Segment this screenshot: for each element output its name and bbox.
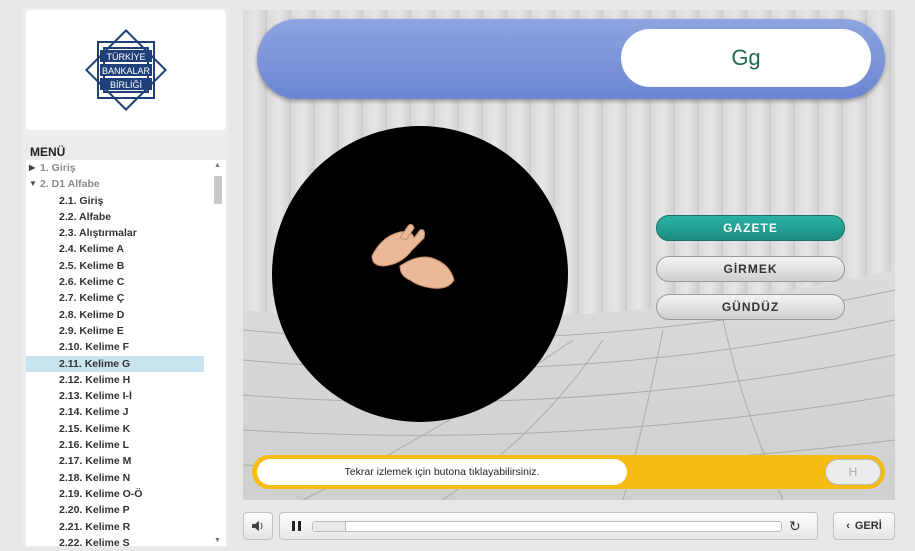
menu-item[interactable]: 2.15. Kelime K [26,421,226,437]
menu-item[interactable]: 2.13. Kelime I-İ [26,388,226,404]
caret-down-icon: ▼ [29,179,37,189]
menu-item[interactable]: 2.11. Kelime G [26,355,204,372]
pause-button[interactable] [290,519,304,533]
caret-right-icon: ▶ [29,163,36,172]
scroll-down-icon[interactable]: ▼ [214,537,221,544]
logo: TÜRKİYE BANKALAR BİRLİĞİ [26,10,226,130]
progress-bar[interactable] [312,521,782,532]
volume-button[interactable] [243,512,273,540]
menu-section-label: 2. D1 Alfabe [40,178,100,191]
menu-item[interactable]: 2.5. Kelime B [26,258,226,274]
chevron-left-icon: ‹ [846,520,850,532]
menu-item[interactable]: 2.9. Kelime E [26,323,226,339]
replay-icon[interactable]: ↻ [789,518,805,534]
menu-item[interactable]: 2.19. Kelime O-Ö [26,486,226,502]
player-controls: ↻ [279,512,818,540]
menu-item[interactable]: 2.22. Kelime S [26,535,226,546]
back-button[interactable]: ‹ GERİ [833,512,895,540]
menu-item[interactable]: 2.21. Kelime R [26,519,226,535]
current-letter: Gg [621,29,871,87]
signing-hands-icon [371,223,455,289]
option-gunduz-button[interactable]: GÜNDÜZ [656,294,845,320]
scroll-up-icon[interactable]: ▲ [214,162,221,169]
menu-item[interactable]: 2.14. Kelime J [26,404,226,420]
menu-item[interactable]: 2.2. Alfabe [26,209,226,225]
hint-bar: Tekrar izlemek için butona tıklayabilirs… [252,455,885,489]
lesson-stage: Gg GAZETE GİRMEK GÜNDÜZ Tekrar izlemek i… [243,10,895,500]
menu-item[interactable]: 2.3. Alıştırmalar [26,225,226,241]
menu-item[interactable]: 2.8. Kelime D [26,307,226,323]
menu-title: MENÜ [30,145,66,159]
menu-item[interactable]: 2.18. Kelime N [26,470,226,486]
hint-button[interactable]: H [825,459,881,485]
progress-fill [313,522,346,531]
speaker-icon [252,521,263,531]
menu-item[interactable]: 2.4. Kelime A [26,241,226,257]
menu-item[interactable]: 2.1. Giriş [26,193,226,209]
tbb-logo-icon: TÜRKİYE BANKALAR BİRLİĞİ [84,28,168,112]
menu-list: ▶ 1. Giriş ▼ 2. D1 Alfabe 2.1. Giriş 2.2.… [26,160,226,546]
svg-text:BİRLİĞİ: BİRLİĞİ [110,80,142,90]
menu-items: 2.1. Giriş 2.2. Alfabe 2.3. Alıştırmalar 2.… [26,193,226,546]
menu-scrollbar[interactable]: ▲ ▼ [212,162,224,544]
left-panel: TÜRKİYE BANKALAR BİRLİĞİ MENÜ ▶ 1. Giriş… [22,8,229,548]
menu-section-label: 1. Giriş [40,162,76,174]
menu-item[interactable]: 2.16. Kelime L [26,437,226,453]
menu-item[interactable]: 2.6. Kelime C [26,274,226,290]
back-label: GERİ [854,520,882,532]
menu-item[interactable]: 2.20. Kelime P [26,502,226,518]
svg-text:BANKALAR: BANKALAR [102,66,151,76]
menu-item[interactable]: 2.12. Kelime H [26,372,226,388]
option-gazete-button[interactable]: GAZETE [656,215,845,241]
menu-item[interactable]: 2.7. Kelime Ç [26,290,226,306]
hint-text: Tekrar izlemek için butona tıklayabilirs… [257,459,627,485]
pause-icon [292,521,301,531]
menu-section-d1-alfabe[interactable]: ▼ 2. D1 Alfabe [26,176,226,192]
menu-item[interactable]: 2.17. Kelime M [26,453,226,469]
scrollbar-thumb[interactable] [214,176,222,204]
menu-section-giris[interactable]: ▶ 1. Giriş [26,160,226,176]
svg-text:TÜRKİYE: TÜRKİYE [106,52,145,62]
sign-video[interactable] [272,126,568,422]
menu-item[interactable]: 2.10. Kelime F [26,339,226,355]
title-bar: Gg [257,19,885,99]
option-girmek-button[interactable]: GİRMEK [656,256,845,282]
